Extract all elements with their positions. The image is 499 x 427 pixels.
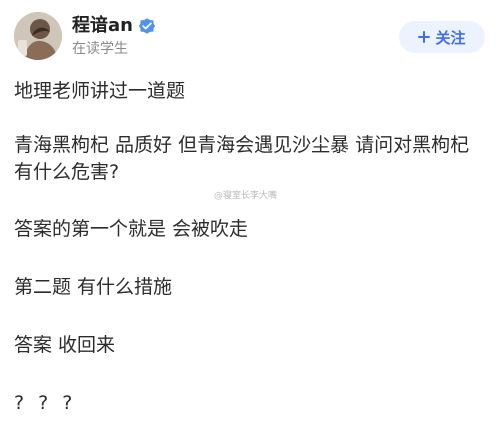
post-line-1: 地理老师讲过一道题 bbox=[14, 80, 186, 102]
plus-icon bbox=[418, 31, 431, 43]
post-line-4: 答案的第一个就是 会被吹走 bbox=[14, 218, 249, 240]
post-line-7: ? ? ? bbox=[14, 392, 77, 414]
post-line-5: 第二题 有什么措施 bbox=[14, 276, 173, 298]
follow-button[interactable]: 关注 bbox=[399, 21, 485, 53]
avatar-photo-icon bbox=[14, 12, 62, 60]
verified-badge-icon bbox=[138, 17, 156, 35]
follow-button-label: 关注 bbox=[435, 28, 466, 47]
post-line-6: 答案 收回来 bbox=[14, 334, 116, 356]
watermark-text: @寝室长李大嘴 bbox=[214, 191, 278, 201]
author-name-row: 程谙an bbox=[72, 14, 156, 38]
post-header: 程谙an 在读学生 关注 bbox=[14, 10, 485, 64]
post-line-2: 青海黑枸杞 品质好 但青海会遇见沙尘暴 请问对黑枸杞 bbox=[14, 134, 470, 156]
author-avatar[interactable] bbox=[14, 12, 62, 60]
post-line-3: 有什么危害? bbox=[14, 161, 120, 183]
author-subtitle: 在读学生 bbox=[72, 41, 128, 57]
author-name[interactable]: 程谙an bbox=[72, 14, 133, 38]
